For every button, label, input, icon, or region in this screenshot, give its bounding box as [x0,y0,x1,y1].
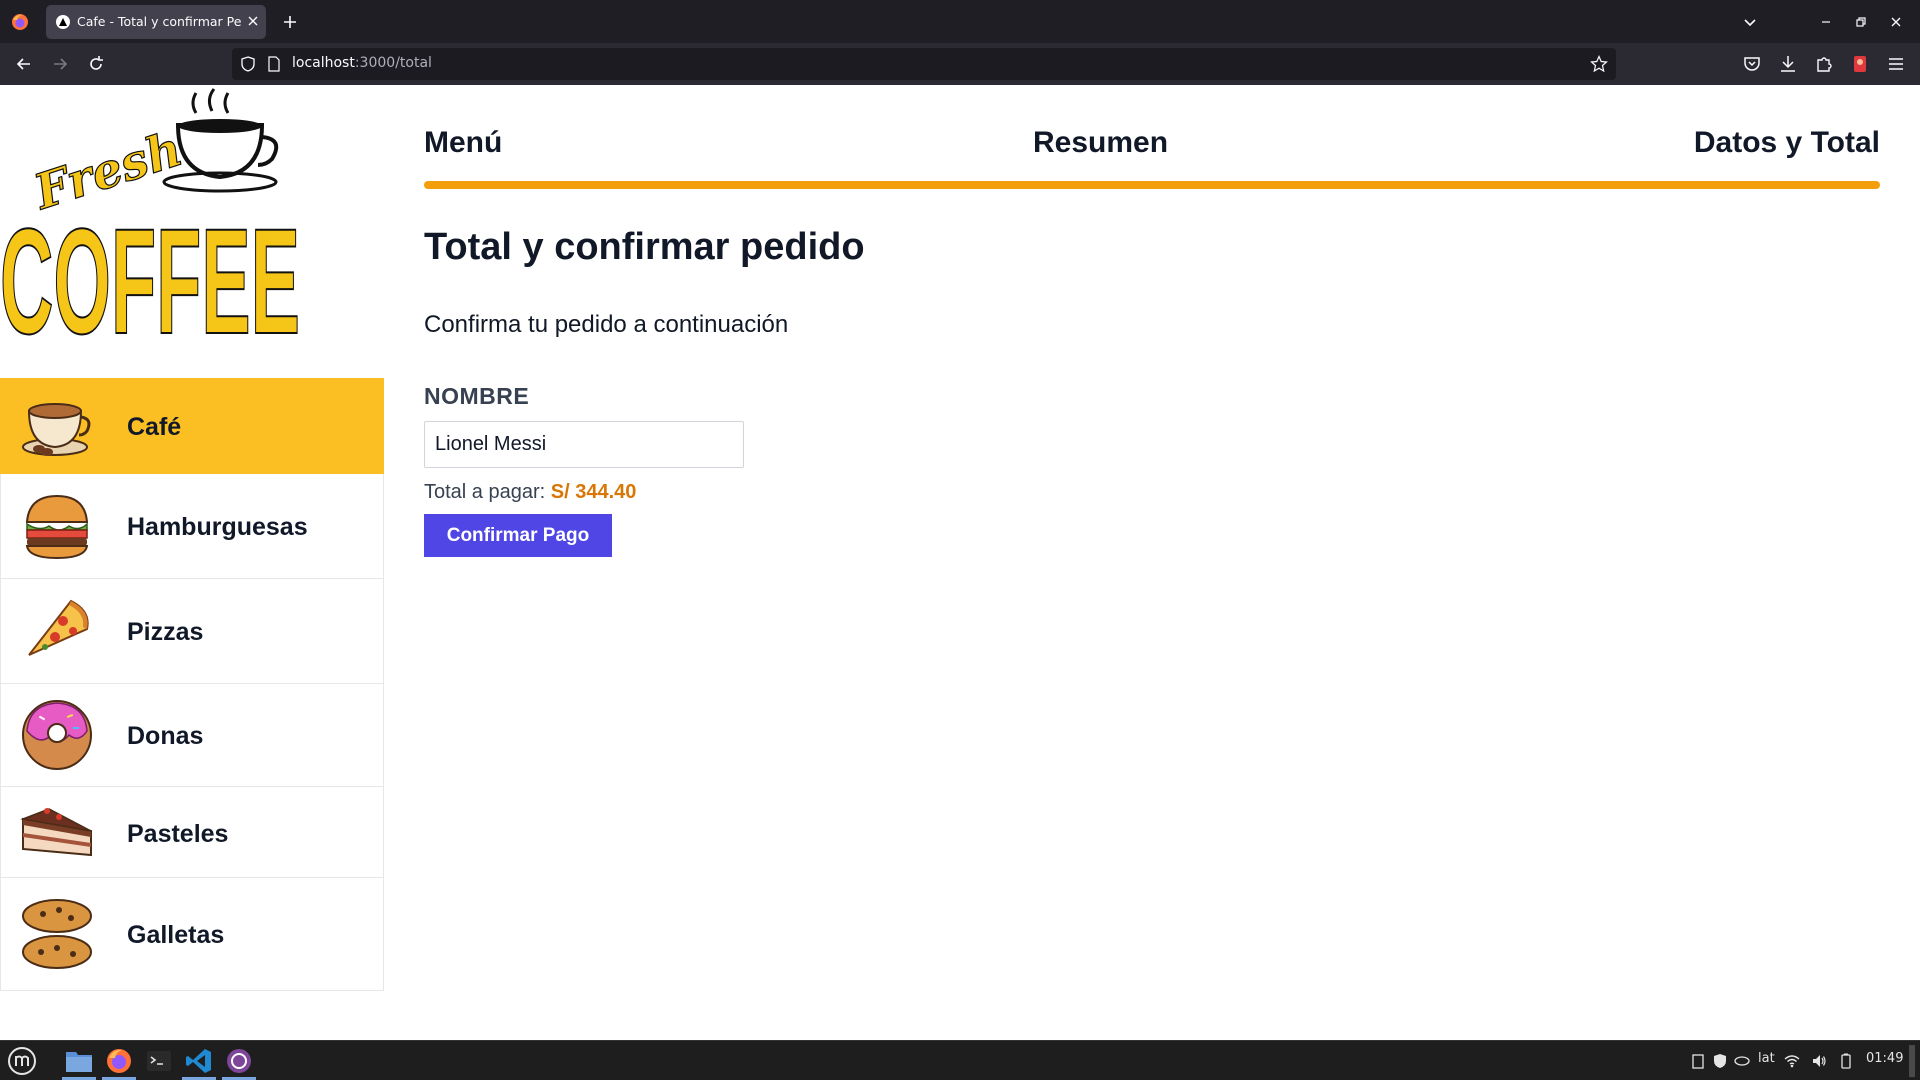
pizza-slice-icon [28,599,89,656]
keyboard-layout[interactable]: lat [1758,1051,1775,1066]
browser-tab-bar: Cafe - Total y confirmar Pedido [0,0,1920,43]
extension-red-icon[interactable] [1849,53,1871,75]
restore-window-icon[interactable] [1851,12,1871,32]
burger-icon [25,494,89,560]
fresh-coffee-logo: Fresh COFFEE [0,88,301,340]
shield-update-icon[interactable] [1712,1053,1728,1069]
wifi-icon[interactable] [1784,1053,1800,1069]
url-host: localhost [292,55,355,71]
category-pizzas[interactable]: Pizzas [0,579,384,684]
url-bar[interactable]: localhost:3000/total [232,48,1616,80]
category-label: Hamburguesas [127,513,308,541]
category-label: Donas [127,722,204,750]
checkout-steps: Menú Resumen Datos y Total [424,120,1880,164]
hamburger-menu-icon[interactable] [1885,53,1907,75]
page-title: Total y confirmar pedido [424,226,865,268]
step-menu[interactable]: Menú [424,126,502,160]
total-amount: S/ 344.40 [550,481,637,503]
close-window-icon[interactable] [1886,12,1906,32]
category-label: Pizzas [127,618,204,646]
category-label: Pasteles [127,820,229,848]
name-input[interactable] [424,421,744,468]
back-arrow-icon[interactable] [13,53,35,75]
forward-arrow-icon[interactable] [49,53,71,75]
clipboard-icon[interactable] [1690,1053,1706,1069]
category-label: Café [127,413,182,441]
cookies-icon [22,899,92,969]
new-tab-icon[interactable] [280,12,300,32]
firefox-logo-icon[interactable] [10,12,30,32]
page-info-icon[interactable] [266,56,282,72]
mint-menu-icon[interactable] [7,1046,37,1076]
os-taskbar: lat 01:49 [0,1040,1920,1080]
category-donas[interactable]: Donas [0,684,384,787]
battery-icon[interactable] [1838,1053,1854,1069]
extensions-puzzle-icon[interactable] [1813,53,1835,75]
clock[interactable]: 01:49 [1866,1051,1903,1066]
download-icon[interactable] [1777,53,1799,75]
step-progress-bar [424,181,1880,189]
pocket-icon[interactable] [1741,53,1763,75]
browser-nav-bar: localhost:3000/total [0,43,1920,85]
logo-main-word: COFFEE [0,197,300,340]
total-label: Total a pagar: [424,481,546,503]
firefox-icon[interactable] [104,1046,134,1076]
tor-browser-icon[interactable] [224,1046,254,1076]
show-desktop-button[interactable] [1909,1045,1915,1077]
category-galletas[interactable]: Galletas [0,878,384,991]
volume-icon[interactable] [1811,1053,1827,1069]
tracking-shield-icon[interactable] [240,56,256,72]
tab-title: Cafe - Total y confirmar Pedido [77,14,241,29]
minimize-window-icon[interactable] [1816,12,1836,32]
terminal-icon[interactable] [144,1046,174,1076]
category-hamburguesas[interactable]: Hamburguesas [0,474,384,579]
confirm-payment-button[interactable]: Confirmar Pago [424,514,612,557]
vscode-icon[interactable] [184,1046,214,1076]
files-icon[interactable] [64,1046,94,1076]
bookmark-star-icon[interactable] [1590,55,1608,73]
cake-slice-icon [20,808,92,857]
category-label: Galletas [127,921,225,949]
close-tab-icon[interactable] [245,13,261,29]
category-pasteles[interactable]: Pasteles [0,787,384,878]
name-field-label: NOMBRE [424,383,530,409]
donut-icon [22,700,92,770]
page-subtitle: Confirma tu pedido a continuación [424,311,789,338]
step-resumen[interactable]: Resumen [1033,126,1168,160]
tab-favicon-icon [56,15,70,29]
coffee-cup-icon [22,403,91,456]
url-text[interactable]: localhost:3000/total [292,55,432,71]
url-path: :3000/total [354,55,432,71]
total-row: Total a pagar: S/ 344.40 [424,481,636,504]
driver-icon[interactable] [1734,1053,1750,1069]
category-cafe[interactable]: Café [0,378,384,474]
reload-icon[interactable] [85,53,107,75]
active-tab[interactable]: Cafe - Total y confirmar Pedido [46,5,266,39]
category-sidebar: Café Hamburguesas Pizzas Donas Pasteles … [0,378,384,991]
step-datos-total[interactable]: Datos y Total [1694,126,1880,160]
chevron-down-icon[interactable] [1740,12,1760,32]
